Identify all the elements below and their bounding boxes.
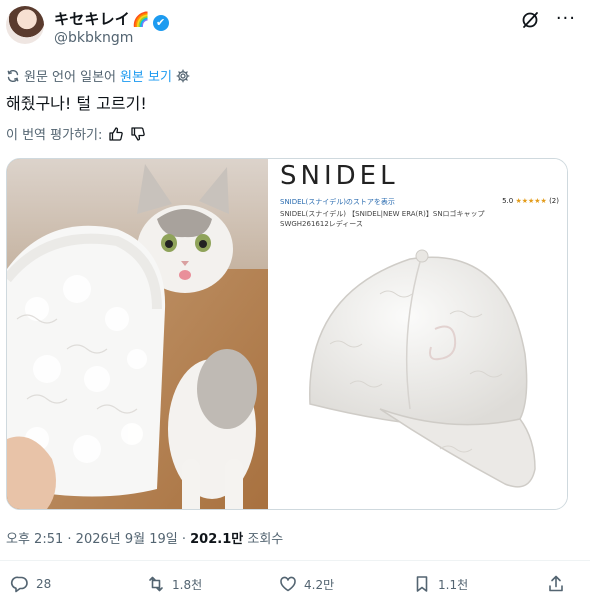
product-rating: 5.0 ★★★★★ (2) — [502, 197, 559, 205]
views-count: 202.1만 — [190, 532, 244, 547]
cat-photo-illustration — [7, 159, 268, 509]
translation-info: 원문 언어 일본어 원본 보기 — [6, 66, 190, 85]
grok-icon[interactable] — [520, 10, 540, 30]
avatar[interactable] — [6, 6, 44, 44]
cat-photo[interactable] — [7, 159, 268, 509]
media-grid: SNIDEL SNIDEL(スナイデル)のストアを表示 5.0 ★★★★★ (2… — [6, 158, 568, 510]
product-title: SNIDEL(スナイデル) 【SNIDEL|NEW ERA(R)】SNロゴキャッ… — [280, 210, 485, 218]
post-timestamp: 오후 2:51 · 2026년 9월 19일 · 202.1만 조회수 — [6, 528, 283, 547]
repost-button[interactable]: 1.8천 — [146, 574, 202, 594]
product-subtitle: SWGH261612レディース — [280, 220, 363, 228]
verified-badge-icon[interactable]: ✔ — [152, 15, 169, 31]
thumbs-up-icon[interactable] — [108, 126, 124, 142]
bookmark-count: 1.1천 — [438, 577, 469, 592]
post-date[interactable]: 2026년 9월 19일 — [76, 532, 178, 547]
meta-separator: · — [67, 532, 72, 547]
cap-illustration — [309, 249, 536, 488]
meta-separator: · — [181, 532, 186, 547]
original-language-label: 원문 언어 일본어 — [24, 70, 116, 85]
divider — [0, 560, 590, 561]
reply-button[interactable]: 28 — [10, 574, 51, 594]
rate-translation: 이 번역 평가하기: — [6, 124, 146, 143]
gear-icon[interactable] — [176, 69, 190, 83]
reply-icon — [10, 576, 28, 593]
post-text: 해줬구나! 털 고르기! — [6, 94, 147, 113]
share-button[interactable] — [546, 574, 566, 594]
rating-count: (2) — [549, 197, 559, 205]
product-photo[interactable]: SNIDEL SNIDEL(スナイデル)のストアを表示 5.0 ★★★★★ (2… — [268, 159, 567, 509]
like-count: 4.2만 — [304, 577, 335, 592]
author-display-name[interactable]: キセキレイ — [54, 10, 130, 28]
view-original-link[interactable]: 원본 보기 — [120, 66, 172, 85]
rating-value: 5.0 — [502, 197, 514, 205]
views-label: 조회수 — [247, 532, 284, 547]
author-name[interactable]: キセキレイ 🌈 ✔ — [54, 8, 169, 31]
thumbs-down-icon[interactable] — [130, 126, 146, 142]
bookmark-button[interactable]: 1.1천 — [412, 574, 468, 594]
more-icon[interactable]: ··· — [556, 8, 576, 29]
heart-icon — [280, 576, 296, 592]
rating-stars: ★★★★★ — [515, 197, 547, 205]
repost-count: 1.8천 — [172, 577, 203, 592]
repost-icon — [149, 576, 163, 592]
author-handle[interactable]: @bkbkngm — [54, 30, 133, 46]
action-bar: 28 1.8천 4.2만 1.1천 — [0, 574, 590, 602]
like-button[interactable]: 4.2만 — [278, 574, 334, 594]
bookmark-icon — [416, 576, 428, 592]
rate-translation-label: 이 번역 평가하기: — [6, 128, 103, 143]
rainbow-emoji: 🌈 — [132, 12, 150, 28]
store-link: SNIDEL(スナイデル)のストアを表示 — [280, 198, 395, 206]
translate-icon — [7, 69, 19, 82]
share-icon — [549, 575, 563, 592]
reply-count: 28 — [36, 577, 52, 591]
brand-logo: SNIDEL — [280, 161, 399, 191]
post-time[interactable]: 오후 2:51 — [6, 532, 63, 547]
